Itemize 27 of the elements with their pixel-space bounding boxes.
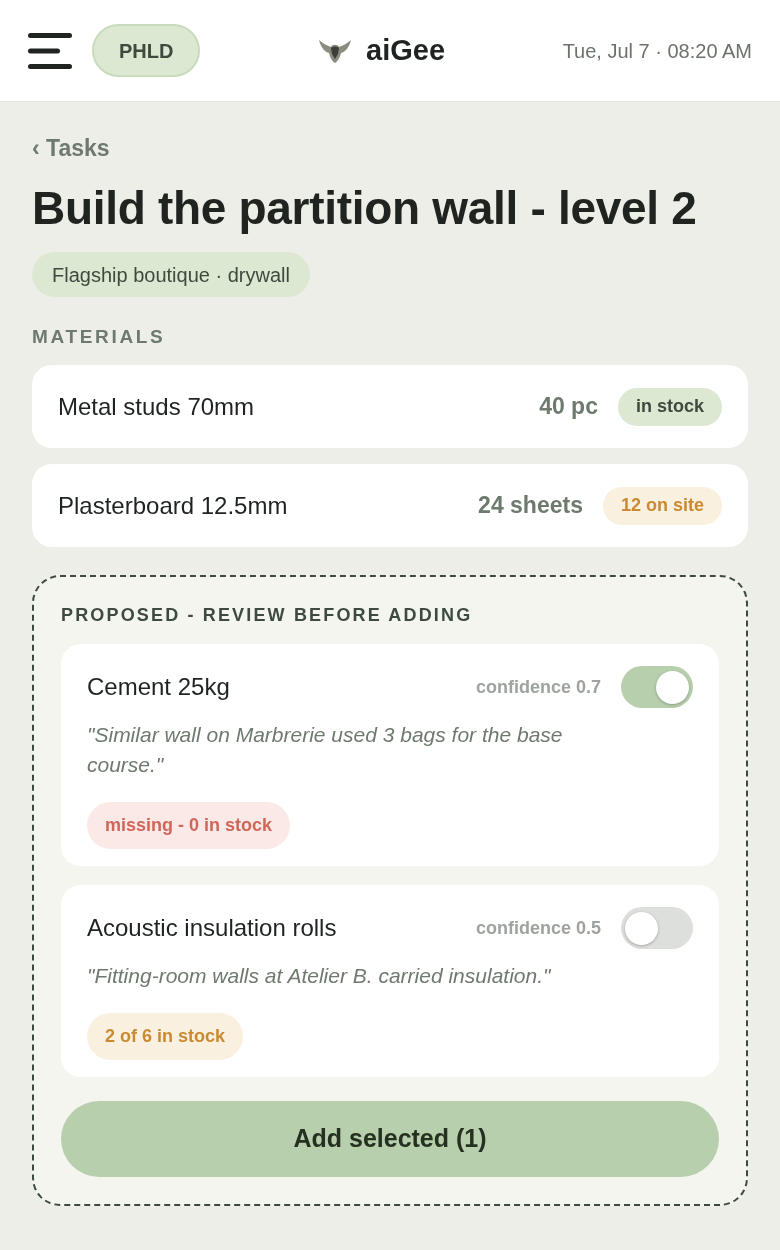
status-badge: 12 on site	[602, 486, 722, 525]
confidence-label: confidence 0.5	[475, 916, 601, 940]
material-quantity: 40 pc	[539, 392, 598, 422]
proposal-name: Acoustic insulation rolls	[87, 913, 337, 943]
winged-logo-icon	[318, 37, 353, 64]
project-tag: Flagship boutique · drywall	[32, 252, 310, 297]
section-heading: PROPOSED - REVIEW BEFORE ADDING	[61, 604, 473, 627]
add-selected-button[interactable]: Add selected (1)	[61, 1101, 719, 1177]
brand-name: aiGee	[366, 32, 446, 68]
proposal-note: "Fitting-room walls at Atelier B. carried insulation."	[87, 963, 551, 989]
back-link[interactable]: ‹ Tasks	[32, 132, 110, 164]
status-badge: in stock	[617, 387, 722, 426]
status-badge: missing - 0 in stock	[87, 802, 291, 849]
material-quantity: 24 sheets	[478, 491, 583, 521]
proposal-note: "Similar wall on Marbrerie used 3 bags for the base course."	[87, 722, 564, 778]
date-time: Tue, Jul 7 · 08:20 AM	[562, 38, 752, 64]
proposal-name: Cement 25kg	[87, 672, 230, 702]
material-name: Metal studs 70mm	[58, 391, 255, 422]
section-heading: MATERIALS	[32, 325, 166, 349]
confidence-label: confidence 0.7	[475, 675, 601, 699]
status-badge: 2 of 6 in stock	[87, 1013, 244, 1060]
toggle-switch[interactable]	[621, 907, 693, 949]
page-title: Build the partition wall - level 2	[32, 182, 697, 234]
menu-icon[interactable]	[28, 32, 72, 69]
toggle-switch[interactable]	[621, 666, 693, 708]
site-badge[interactable]: PHLD	[92, 24, 201, 77]
material-name: Plasterboard 12.5mm	[58, 490, 288, 521]
